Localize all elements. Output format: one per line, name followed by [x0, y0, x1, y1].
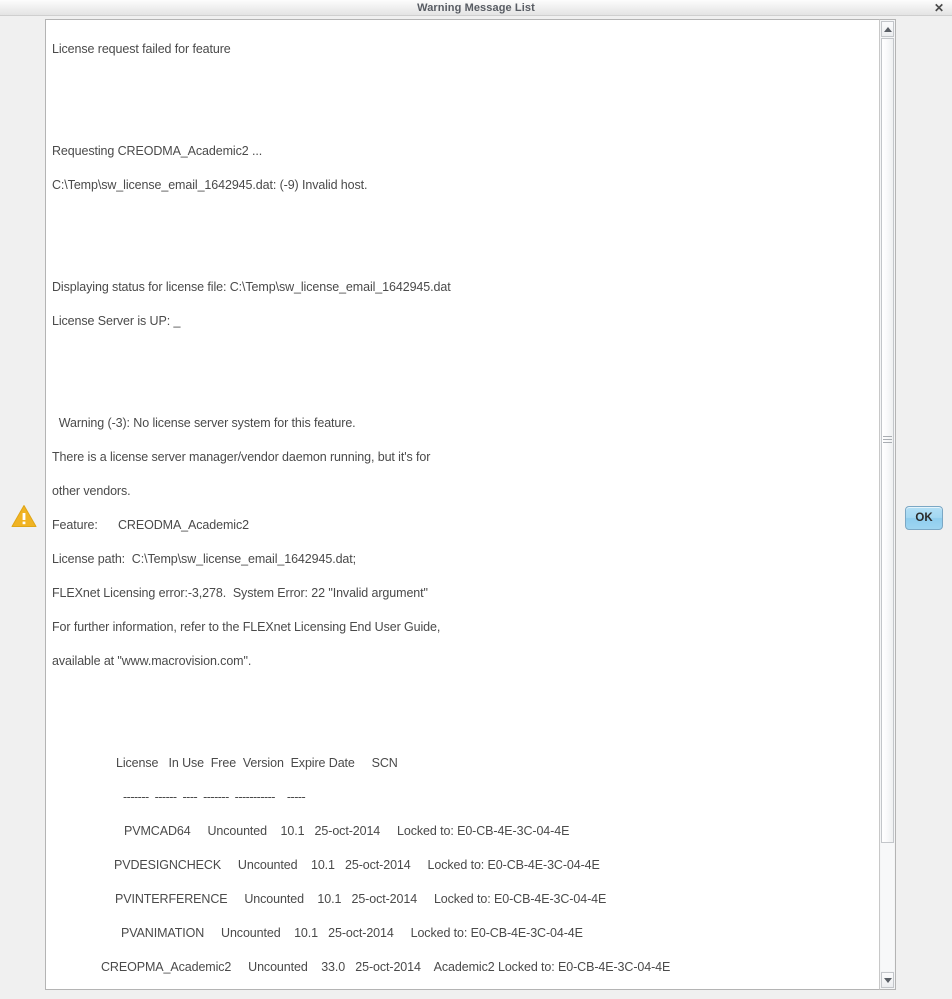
- message-line: License Server is UP: _: [52, 314, 181, 328]
- scroll-down-arrow-icon: [883, 977, 892, 983]
- message-line: Requesting CREODMA_Academic2 ...: [52, 144, 263, 158]
- message-line: For further information, refer to the FL…: [52, 620, 441, 634]
- dialog-body: License request failed for feature Reque…: [0, 16, 952, 999]
- license-table-row: PVINTERFERENCE Uncounted 10.1 25-oct-201…: [115, 892, 607, 906]
- message-line: Displaying status for license file: C:\T…: [52, 280, 451, 294]
- scrollbar-grip-icon: [883, 436, 892, 445]
- message-line: FLEXnet Licensing error:-3,278. System E…: [52, 586, 428, 600]
- message-line: other vendors.: [52, 484, 131, 498]
- scroll-up-button[interactable]: [881, 21, 894, 37]
- scrollbar-thumb[interactable]: [881, 38, 894, 843]
- warning-triangle-icon: [11, 505, 37, 527]
- message-line: There is a license server manager/vendor…: [52, 450, 431, 464]
- message-line: Feature: CREODMA_Academic2: [52, 518, 249, 532]
- scroll-up-arrow-icon: [883, 26, 892, 32]
- window-title: Warning Message List: [417, 1, 535, 14]
- close-icon[interactable]: ✕: [930, 0, 948, 16]
- license-table-row: PVMCAD64 Uncounted 10.1 25-oct-2014 Lock…: [124, 824, 570, 838]
- license-table-header: License In Use Free Version Expire Date …: [116, 756, 398, 770]
- scroll-down-button[interactable]: [881, 972, 894, 988]
- button-pane: OK: [900, 16, 952, 999]
- title-bar: Warning Message List ✕: [0, 0, 952, 16]
- ok-button[interactable]: OK: [905, 506, 943, 530]
- warning-message-dialog: Warning Message List ✕ License request f…: [0, 0, 952, 999]
- scrollbar-track[interactable]: [881, 38, 894, 971]
- message-text-content: License request failed for feature Reque…: [46, 20, 879, 989]
- license-table-row: PVANIMATION Uncounted 10.1 25-oct-2014 L…: [121, 926, 583, 940]
- license-table-row: CREOLAY_Academic2 Uncounted 33.0 25-oct-…: [52, 984, 879, 989]
- icon-gutter: [0, 16, 45, 999]
- message-scroll-pane[interactable]: License request failed for feature Reque…: [45, 19, 879, 990]
- message-line: Warning (-3): No license server system f…: [52, 416, 356, 430]
- message-line: available at "www.macrovision.com".: [52, 654, 252, 668]
- license-table-row: CREOPMA_Academic2 Uncounted 33.0 25-oct-…: [101, 960, 671, 974]
- license-table-separator: ------- ------ ---- ------- ----------- …: [123, 790, 306, 804]
- message-line: License request failed for feature: [52, 42, 231, 56]
- message-line: C:\Temp\sw_license_email_1642945.dat: (-…: [52, 178, 368, 192]
- license-table-row: PVDESIGNCHECK Uncounted 10.1 25-oct-2014…: [114, 858, 600, 872]
- message-line: License path: C:\Temp\sw_license_email_1…: [52, 552, 357, 566]
- vertical-scrollbar[interactable]: [879, 19, 896, 990]
